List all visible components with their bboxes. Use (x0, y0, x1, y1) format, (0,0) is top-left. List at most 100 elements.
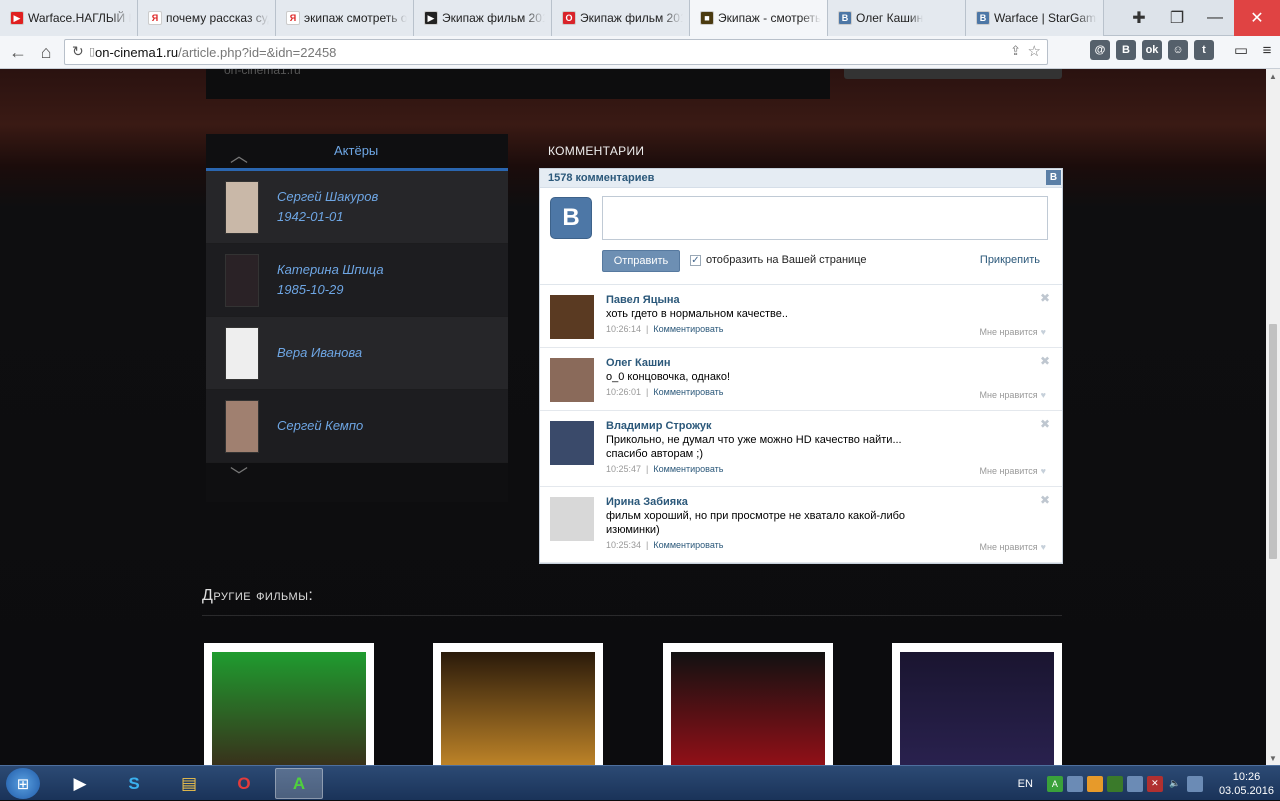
start-button[interactable]: ⊞ (6, 768, 40, 799)
opera-taskbar-icon[interactable]: O (220, 768, 268, 799)
tray-box-icon[interactable] (1066, 775, 1083, 792)
browser-tab[interactable]: B Warface | StarGameW (966, 0, 1104, 36)
home-icon[interactable]: ⌂ (32, 38, 60, 66)
close-window-button[interactable]: ✕ (1234, 0, 1280, 36)
tab-title: Warface | StarGameW (994, 11, 1097, 25)
commenter-avatar[interactable] (550, 295, 594, 339)
like-button[interactable]: Мне нравится ♥ (979, 327, 1046, 337)
chat-icon[interactable]: ▭ (1231, 40, 1251, 60)
scrollbar-thumb[interactable] (1269, 324, 1277, 559)
comment-time[interactable]: 10:25:47 (606, 464, 641, 474)
comment-item: Олег Кашин о_0 концовочка, однако! 10:26:0… (540, 348, 1062, 411)
film-poster[interactable] (204, 643, 374, 765)
actor-row[interactable]: Сергей Шакуров 1942-01-01 (206, 171, 508, 244)
odnoklassniki-icon[interactable]: ok (1142, 40, 1162, 60)
commenter-name[interactable]: Ирина Забияка (606, 487, 1062, 508)
delete-comment-icon[interactable]: ✖ (1040, 493, 1050, 507)
browser-tab[interactable]: Япочему рассказ судь (138, 0, 276, 36)
actor-name[interactable]: Сергей Кемпо (277, 416, 363, 436)
reply-link[interactable]: Комментировать (653, 324, 723, 334)
actor-name[interactable]: Сергей Шакуров (277, 187, 378, 207)
film-poster[interactable] (663, 643, 833, 765)
media-player-icon[interactable]: ▶ (56, 768, 104, 799)
scroll-up-arrow-icon[interactable]: ▲ (1266, 69, 1280, 83)
reply-link[interactable]: Комментировать (653, 387, 723, 397)
actor-row[interactable]: Сергей Кемпо (206, 390, 508, 463)
actor-row[interactable]: Катерина Шпица 1985-10-29 (206, 244, 508, 317)
network-icon[interactable]: ✕ (1146, 775, 1163, 792)
like-button[interactable]: Мне нравится ♥ (979, 466, 1046, 476)
vk-extension-icon[interactable]: B (1116, 40, 1136, 60)
comment-time[interactable]: 10:26:01 (606, 387, 641, 397)
browser-tab[interactable]: ■ Экипаж - смотреть в (690, 0, 828, 36)
yandex-icon: Я (148, 11, 162, 25)
scroll-up-chevron-icon[interactable]: ︿ (230, 142, 248, 168)
address-toolbar: ← ⌂ ↻ ▯ on-cinema1.ru/article.php?id=&id… (0, 36, 1280, 69)
commenter-avatar[interactable] (550, 421, 594, 465)
browser-tab[interactable]: O Экипаж фильм 2016 (552, 0, 690, 36)
menu-icon[interactable]: ≡ (1257, 40, 1277, 60)
reply-link[interactable]: Комментировать (653, 540, 723, 550)
send-button[interactable]: Отправить (602, 250, 680, 272)
actor-info: Сергей Шакуров 1942-01-01 (277, 187, 378, 227)
delete-comment-icon[interactable]: ✖ (1040, 417, 1050, 431)
minimize-button[interactable]: — (1196, 0, 1234, 36)
page-scrollbar[interactable]: ▲ ▼ (1266, 69, 1280, 765)
show-on-page-checkbox[interactable]: ✓ отобразить на Вашей странице (690, 254, 866, 266)
restore-button[interactable]: ❐ (1158, 0, 1196, 36)
commenter-name[interactable]: Владимир Строжук (606, 411, 1062, 432)
browser-tab[interactable]: ▶ Warface.НАГЛЫЙ НО (0, 0, 138, 36)
app-a-taskbar-icon[interactable]: A (275, 768, 323, 799)
delete-comment-icon[interactable]: ✖ (1040, 291, 1050, 305)
comment-time[interactable]: 10:26:14 (606, 324, 641, 334)
actor-info: Сергей Кемпо (277, 416, 363, 436)
delete-comment-icon[interactable]: ✖ (1040, 354, 1050, 368)
skype-icon[interactable]: S (110, 768, 158, 799)
attach-link[interactable]: Прикрепить (980, 254, 1040, 266)
comment-time[interactable]: 10:25:34 (606, 540, 641, 550)
volume-icon[interactable]: 🔈 (1167, 776, 1183, 792)
heart-icon: ♥ (1040, 390, 1046, 400)
actor-name[interactable]: Катерина Шпица (277, 260, 384, 280)
actor-row[interactable]: Вера Иванова (206, 317, 508, 390)
explorer-folder-icon[interactable]: ▤ (165, 768, 213, 799)
heart-icon: ♥ (1040, 466, 1046, 476)
reply-link[interactable]: Комментировать (653, 464, 723, 474)
actor-photo (225, 180, 259, 234)
scroll-down-arrow-icon[interactable]: ▼ (1266, 751, 1280, 765)
bookmark-star-icon[interactable]: ☆ (1028, 42, 1041, 60)
tray-battery-icon[interactable] (1126, 775, 1143, 792)
twitter-icon[interactable]: t (1194, 40, 1214, 60)
back-arrow-icon[interactable]: ← (4, 38, 32, 66)
tray-orange-icon[interactable] (1086, 775, 1103, 792)
commenter-name[interactable]: Павел Яцына (606, 285, 1062, 306)
comment-input[interactable] (602, 196, 1048, 240)
taskbar-clock[interactable]: 10:26 03.05.2016 (1219, 770, 1274, 798)
page-icon: ▯ (89, 46, 96, 58)
film-poster[interactable] (433, 643, 603, 765)
film-poster[interactable] (892, 643, 1062, 765)
mask-icon[interactable]: ☺ (1168, 40, 1188, 60)
like-button[interactable]: Мне нравится ♥ (979, 542, 1046, 552)
scroll-down-chevron-icon[interactable]: ﹀ (230, 462, 248, 488)
language-indicator[interactable]: EN (1018, 778, 1033, 790)
reload-icon[interactable]: ↻ (72, 43, 84, 60)
new-tab-button[interactable]: ✚ (1120, 0, 1158, 36)
browser-tab[interactable]: B Олег Кашин (828, 0, 966, 36)
browser-tab[interactable]: ▶ Экипаж фильм 2016 (414, 0, 552, 36)
mail-icon[interactable]: @ (1090, 40, 1110, 60)
share-icon[interactable]: ⇪ (1010, 43, 1021, 59)
commenter-avatar[interactable] (550, 497, 594, 541)
commenter-name[interactable]: Олег Кашин (606, 348, 1062, 369)
tray-app-icon[interactable]: A (1046, 775, 1063, 792)
tray-monitor-icon[interactable] (1186, 775, 1203, 792)
commenter-avatar[interactable] (550, 358, 594, 402)
tab-title: Экипаж - смотреть в (718, 11, 821, 25)
vk-logo-icon[interactable]: B (1046, 170, 1061, 185)
actor-name[interactable]: Вера Иванова (277, 343, 362, 363)
tray-green-icon[interactable] (1106, 775, 1123, 792)
url-bar[interactable]: ↻ ▯ on-cinema1.ru/article.php?id=&idn=22… (64, 39, 1048, 65)
like-button[interactable]: Мне нравится ♥ (979, 390, 1046, 400)
section-divider (202, 615, 1062, 616)
browser-tab[interactable]: Яэкипаж смотреть он (276, 0, 414, 36)
